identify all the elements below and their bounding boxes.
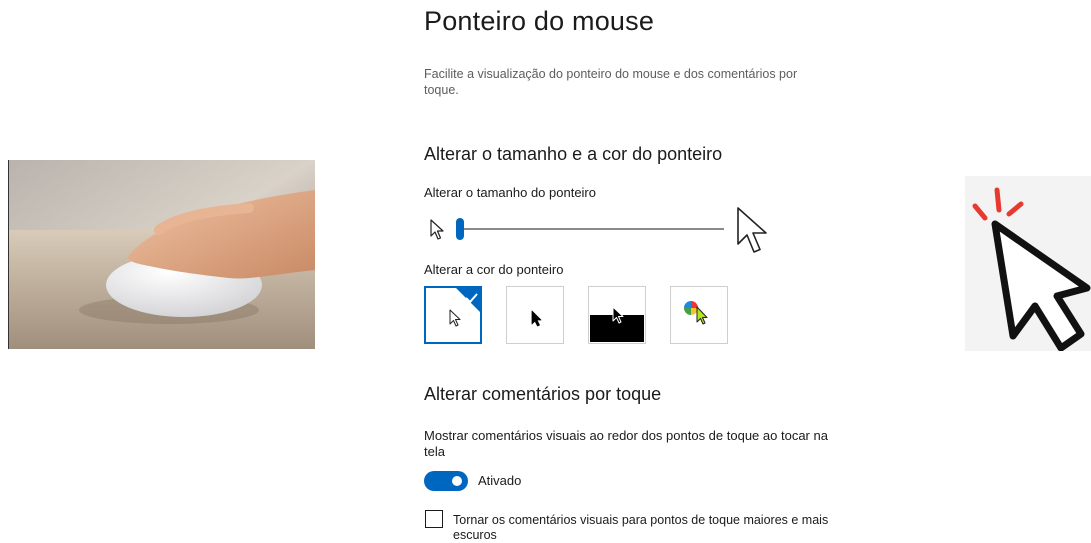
page-description: Facilite a visualização do ponteiro do m…: [424, 67, 798, 97]
color-wheel-icon: [684, 301, 698, 315]
mouse-hand-photo: [8, 160, 315, 349]
pointer-color-white-option[interactable]: [424, 286, 482, 344]
pointer-size-label: Alterar o tamanho do ponteiro: [424, 185, 596, 200]
toggle-state-label: Ativado: [478, 473, 522, 488]
pointer-color-black-option[interactable]: [506, 286, 564, 344]
pointer-size-slider-track[interactable]: [462, 228, 724, 230]
small-pointer-icon: [430, 219, 446, 246]
custom-pointer-icon: [696, 306, 708, 325]
white-pointer-icon: [449, 309, 461, 327]
larger-feedback-label: Tornar os comentários visuais para ponto…: [453, 513, 829, 542]
click-pointer-illustration: [965, 176, 1091, 352]
pointer-size-slider-thumb[interactable]: [456, 218, 464, 240]
larger-feedback-checkbox[interactable]: [425, 510, 443, 528]
touch-feedback-label: Mostrar comentários visuais ao redor dos…: [424, 428, 828, 459]
touch-section-heading: Alterar comentários por toque: [424, 384, 662, 404]
pointer-color-label: Alterar a cor do ponteiro: [424, 262, 564, 277]
touch-feedback-toggle[interactable]: [424, 471, 468, 491]
pointer-color-inverted-option[interactable]: [588, 286, 646, 344]
page-title: Ponteiro do mouse: [424, 6, 655, 36]
click-pointer-icon: [972, 187, 1091, 352]
large-pointer-icon: [736, 206, 772, 261]
pointer-color-custom-option[interactable]: [670, 286, 728, 344]
black-pointer-icon: [531, 310, 542, 327]
pointer-section-heading: Alterar o tamanho e a cor do ponteiro: [424, 144, 723, 164]
toggle-knob: [452, 476, 462, 486]
mouse-hand-illustration: [9, 160, 315, 349]
